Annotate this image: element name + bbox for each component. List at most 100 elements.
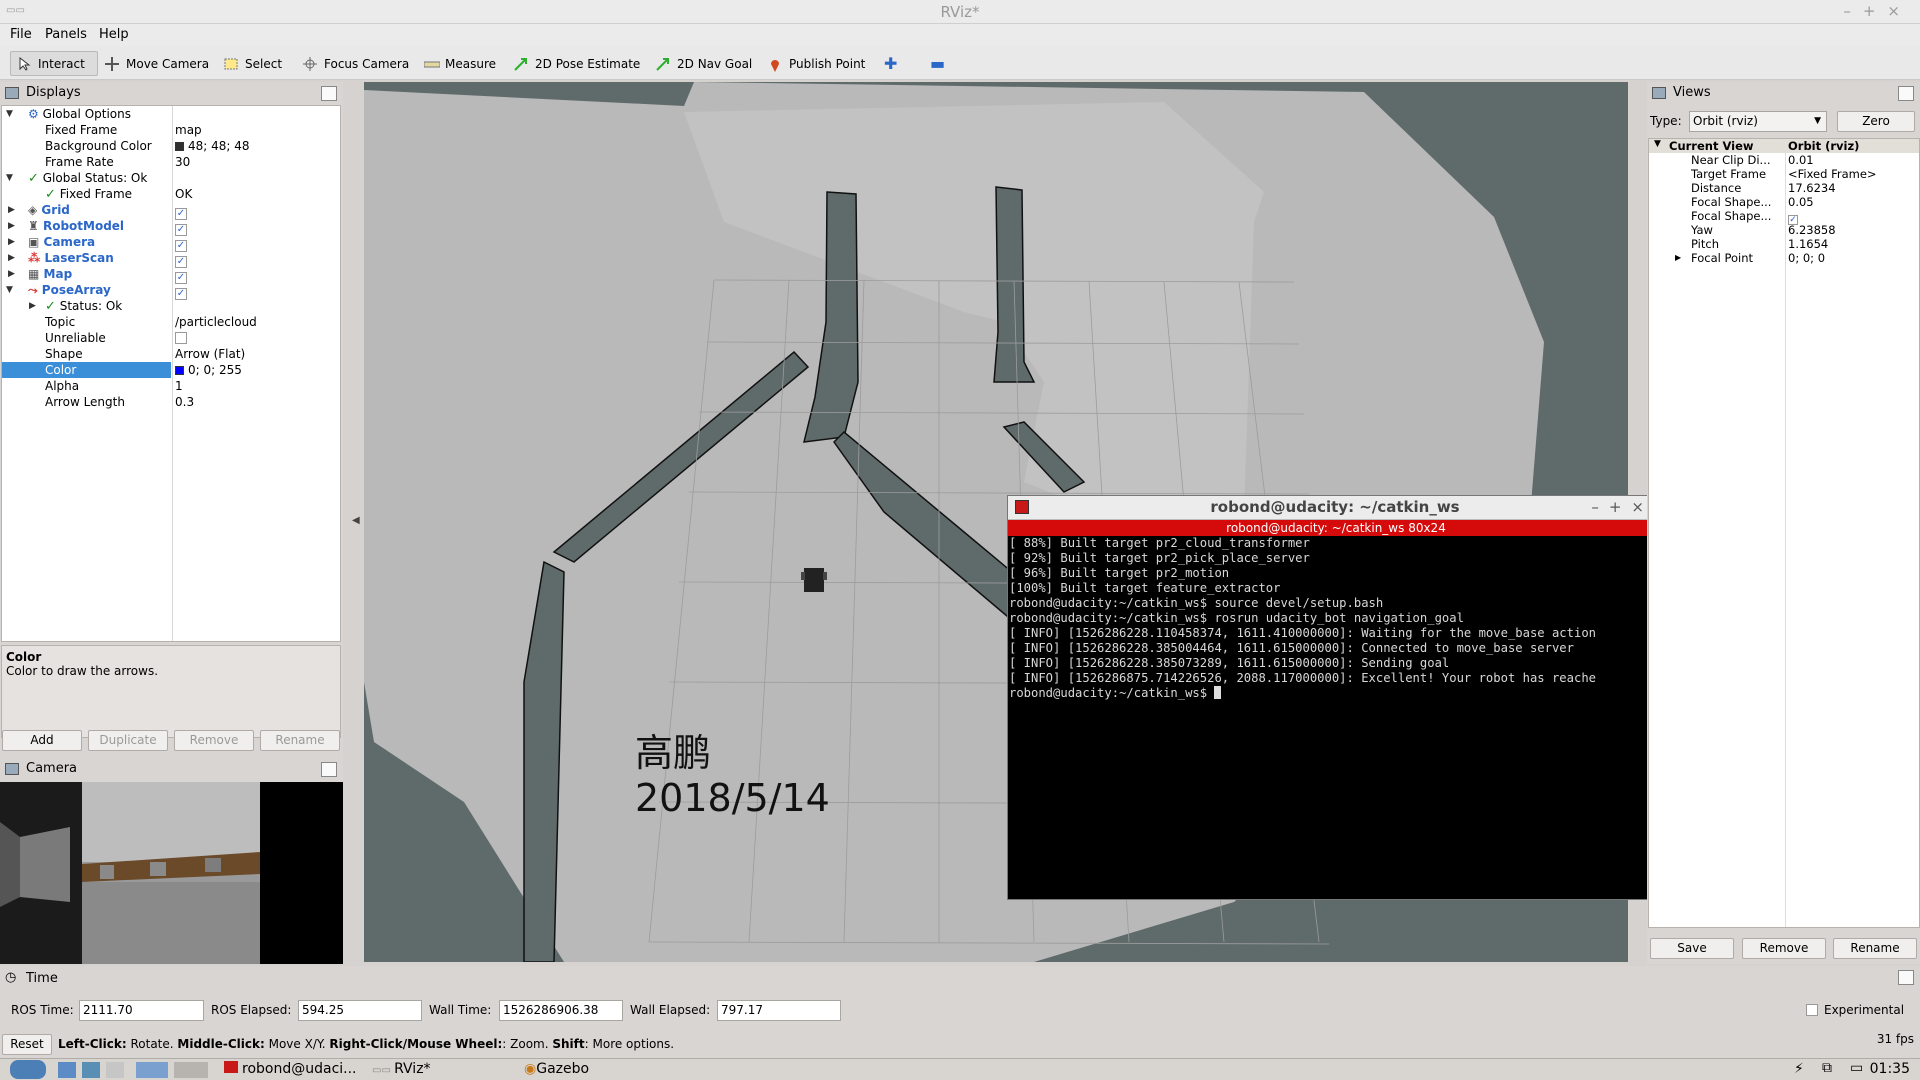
tree-row-grid[interactable]: ▶ ◈ Grid ✓	[2, 202, 340, 220]
tree-row-unreliable[interactable]: Unreliable	[2, 330, 340, 346]
tree-row-laserscan[interactable]: ▶ ⁂ LaserScan ✓	[2, 250, 340, 268]
view-row-yaw[interactable]: Yaw 6.23858	[1649, 223, 1919, 237]
float-panel-button[interactable]	[1898, 970, 1914, 985]
remove-tool-button[interactable]: ▬	[924, 51, 951, 76]
nav-goal-tool-button[interactable]: 2D Nav Goal	[650, 51, 758, 76]
view-row-focal-point[interactable]: ▶ Focal Point 0; 0; 0	[1649, 251, 1919, 265]
terminal-titlebar[interactable]: robond@udacity: ~/catkin_ws –+×	[1008, 496, 1662, 520]
row-value[interactable]: 0; 0; 0	[1788, 251, 1825, 265]
tree-row-background-color[interactable]: Background Color 48; 48; 48	[2, 138, 340, 154]
view-row-focal-shape-fixed[interactable]: Focal Shape... ✓	[1649, 209, 1919, 225]
power-icon[interactable]: ⚡	[1794, 1061, 1804, 1077]
tree-row-color[interactable]: Color 0; 0; 255	[2, 362, 340, 378]
row-value[interactable]: 1.1654	[1788, 237, 1828, 251]
row-value[interactable]: 17.6234	[1788, 181, 1836, 195]
view-row-target-frame[interactable]: Target Frame <Fixed Frame>	[1649, 167, 1919, 181]
terminal-window[interactable]: robond@udacity: ~/catkin_ws –+× robond@u…	[1007, 495, 1664, 900]
views-tree[interactable]: ▼ Current View Orbit (rviz) Near Clip Di…	[1648, 138, 1920, 928]
unreliable-checkbox[interactable]	[175, 332, 187, 344]
row-value[interactable]: 30	[175, 154, 190, 170]
row-value[interactable]: 0.3	[175, 394, 194, 410]
menu-panels[interactable]: Panels	[45, 27, 87, 42]
taskbar-item-gazebo[interactable]: ◉Gazebo	[524, 1061, 589, 1077]
measure-tool-button[interactable]: Measure	[418, 51, 502, 76]
tree-row-status[interactable]: ▶ ✓ Status: Ok	[2, 298, 340, 314]
save-view-button[interactable]: Save	[1650, 938, 1734, 959]
tree-row-topic[interactable]: Topic /particlecloud	[2, 314, 340, 330]
tree-row-global-status[interactable]: ▼ ✓ Global Status: Ok	[2, 170, 340, 186]
terminal-window-controls[interactable]: –+×	[1591, 498, 1654, 516]
row-value[interactable]: 0; 0; 255	[188, 363, 242, 377]
rename-view-button[interactable]: Rename	[1833, 938, 1917, 959]
desktop-icon[interactable]: ▭	[1850, 1060, 1863, 1076]
interact-tool-button[interactable]: Interact	[10, 51, 98, 76]
terminal-output[interactable]: [ 88%] Built target pr2_cloud_transforme…	[1009, 536, 1649, 896]
tree-row-fixed-frame[interactable]: Fixed Frame map	[2, 122, 340, 138]
view-row-pitch[interactable]: Pitch 1.1654	[1649, 237, 1919, 251]
view-type-select[interactable]: Orbit (rviz) ▼	[1689, 111, 1827, 132]
taskbar-item-rviz[interactable]: ▭▭ RViz*	[372, 1061, 431, 1077]
rename-display-button[interactable]: Rename	[260, 730, 340, 751]
terminal-prompt-line[interactable]: robond@udacity:~/catkin_ws$	[1009, 686, 1649, 701]
close-icon[interactable]: ×	[1887, 2, 1912, 20]
expand-icon[interactable]: ▶	[1675, 251, 1681, 265]
collapse-icon[interactable]: ▼	[6, 282, 13, 298]
tree-row-frame-rate[interactable]: Frame Rate 30	[2, 154, 340, 170]
add-display-button[interactable]: Add	[2, 730, 82, 751]
tree-row-posearray[interactable]: ▼ ⤳ PoseArray ✓	[2, 282, 340, 300]
view-row-near-clip[interactable]: Near Clip Di... 0.01	[1649, 153, 1919, 167]
minimize-icon[interactable]: –	[1843, 2, 1863, 20]
window-controls[interactable]: –+×	[1843, 2, 1912, 20]
tree-row-camera[interactable]: ▶ ▣ Camera ✓	[2, 234, 340, 252]
row-value[interactable]: /particlecloud	[175, 314, 257, 330]
duplicate-display-button[interactable]: Duplicate	[88, 730, 168, 751]
collapse-icon[interactable]: ▼	[6, 106, 13, 122]
expand-icon[interactable]: ▶	[8, 234, 15, 250]
remove-display-button[interactable]: Remove	[174, 730, 254, 751]
maximize-icon[interactable]: +	[1863, 2, 1888, 20]
tree-row-arrow-length[interactable]: Arrow Length 0.3	[2, 394, 340, 410]
current-view-row[interactable]: ▼ Current View Orbit (rviz)	[1649, 139, 1919, 153]
tree-row-fixed-frame-status[interactable]: ✓ Fixed Frame OK	[2, 186, 340, 202]
row-value[interactable]: 6.23858	[1788, 223, 1836, 237]
row-value[interactable]: map	[175, 122, 202, 138]
expand-icon[interactable]: ▶	[8, 218, 15, 234]
tree-row-shape[interactable]: Shape Arrow (Flat)	[2, 346, 340, 362]
float-panel-button[interactable]	[321, 86, 337, 101]
displays-tree[interactable]: ▼ ⚙ Global Options Fixed Frame map Backg…	[1, 105, 341, 642]
add-tool-button[interactable]: ✚	[878, 51, 903, 76]
row-value[interactable]: 0.05	[1788, 195, 1814, 209]
move-camera-tool-button[interactable]: Move Camera	[99, 51, 215, 76]
expand-icon[interactable]: ▶	[29, 298, 36, 314]
tree-row-alpha[interactable]: Alpha 1	[2, 378, 340, 394]
collapse-panel-arrow[interactable]: ◀	[352, 515, 360, 526]
focus-camera-tool-button[interactable]: Focus Camera	[297, 51, 415, 76]
view-row-distance[interactable]: Distance 17.6234	[1649, 181, 1919, 195]
pose-estimate-tool-button[interactable]: 2D Pose Estimate	[508, 51, 646, 76]
row-value[interactable]: <Fixed Frame>	[1788, 167, 1877, 181]
tree-row-map[interactable]: ▶ ▦ Map ✓	[2, 266, 340, 284]
expand-icon[interactable]: ▶	[8, 250, 15, 266]
publish-point-tool-button[interactable]: Publish Point	[762, 51, 871, 76]
select-tool-button[interactable]: Select	[218, 51, 288, 76]
row-value[interactable]: 0.01	[1788, 153, 1814, 167]
reset-button[interactable]: Reset	[2, 1034, 52, 1055]
collapse-icon[interactable]: ▼	[1654, 139, 1661, 149]
row-value[interactable]: Arrow (Flat)	[175, 346, 245, 362]
view-row-focal-shape-size[interactable]: Focal Shape... 0.05	[1649, 195, 1919, 209]
collapse-icon[interactable]: ▼	[6, 170, 13, 186]
float-panel-button[interactable]	[321, 762, 337, 777]
launcher-icons[interactable]	[58, 1062, 208, 1078]
expand-icon[interactable]: ▶	[8, 266, 15, 282]
tree-row-robotmodel[interactable]: ▶ ♜ RobotModel ✓	[2, 218, 340, 236]
float-panel-button[interactable]	[1898, 86, 1914, 101]
terminal-tab[interactable]: robond@udacity: ~/catkin_ws 80x24	[1008, 520, 1664, 536]
row-value[interactable]: 48; 48; 48	[188, 139, 250, 153]
tree-row-global-options[interactable]: ▼ ⚙ Global Options	[2, 106, 340, 122]
zero-button[interactable]: Zero	[1837, 111, 1915, 132]
row-value[interactable]: 1	[175, 378, 183, 394]
taskbar-item-terminal[interactable]: robond@udaci...	[224, 1061, 357, 1077]
network-icon[interactable]: ⧉	[1822, 1060, 1832, 1076]
menu-help[interactable]: Help	[99, 27, 129, 42]
experimental-checkbox[interactable]	[1806, 1004, 1818, 1016]
